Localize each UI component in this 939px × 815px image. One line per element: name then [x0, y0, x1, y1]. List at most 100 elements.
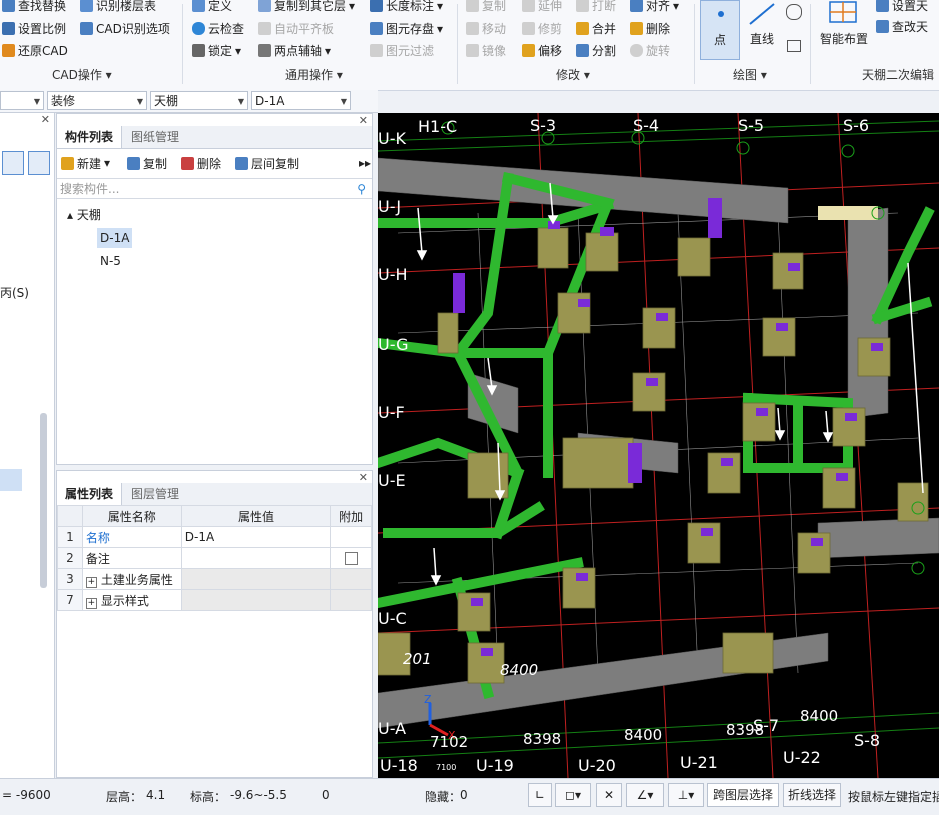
- scrollbar[interactable]: [40, 413, 47, 588]
- tree-item-d-1a[interactable]: D-1A: [97, 228, 133, 248]
- common-group-label[interactable]: 通用操作 ▾: [285, 66, 343, 83]
- table-row[interactable]: 3 + 土建业务属性: [57, 568, 372, 590]
- expand-icon[interactable]: +: [85, 576, 97, 588]
- find-replace-button[interactable]: 查找替换: [2, 0, 66, 14]
- axis-label: U-C: [378, 609, 407, 628]
- table-row[interactable]: 7 + 显示样式: [57, 589, 372, 611]
- delete-button[interactable]: 删除: [630, 20, 670, 37]
- elevation-readout: = -9600: [2, 788, 51, 802]
- axis-label: U-22: [783, 748, 821, 767]
- nav-selected-item[interactable]: [0, 469, 22, 491]
- list-view-icon[interactable]: [2, 151, 24, 175]
- type-selector[interactable]: 天棚 ▼: [150, 91, 248, 110]
- ribbon: 查找替换 识别楼层表 设置比例 CAD识别选项 还原CAD CAD操作 ▾ 定义…: [0, 0, 939, 91]
- lock-button[interactable]: 锁定 ▾: [192, 42, 241, 59]
- dimension-icon: [370, 0, 383, 12]
- table-row[interactable]: 1 名称 D-1A: [57, 526, 372, 548]
- draw-group-label[interactable]: 绘图 ▾: [733, 66, 767, 83]
- edit-ceiling-icon: [876, 20, 889, 33]
- nav-item-label[interactable]: 丙(S): [0, 284, 29, 301]
- dimension-label: 7102: [430, 733, 469, 751]
- floor-height-value: 4.1: [146, 788, 166, 802]
- name-value-field[interactable]: D-1A: [180, 526, 332, 548]
- component-tabs: 构件列表 图纸管理: [57, 126, 372, 149]
- floor-table-button[interactable]: 识别楼层表: [80, 0, 156, 14]
- edit-ceiling-button[interactable]: 查改天: [876, 18, 928, 35]
- define-button[interactable]: 定义: [192, 0, 232, 14]
- tab-component-list[interactable]: 构件列表: [57, 126, 123, 148]
- copy-button[interactable]: 复制: [466, 0, 506, 14]
- tab-drawing-management[interactable]: 图纸管理: [123, 126, 187, 148]
- line-button[interactable]: 直线: [744, 0, 780, 60]
- circle-draw-icon[interactable]: [786, 4, 802, 20]
- cad-options-button[interactable]: CAD识别选项: [80, 20, 170, 37]
- find-replace-icon: [2, 0, 15, 12]
- dimension-label: 7100: [436, 763, 457, 772]
- more-chevron-icon[interactable]: ▸▸: [359, 152, 371, 174]
- category-selector[interactable]: 装修 ▼: [47, 91, 147, 110]
- close-icon[interactable]: ✕: [41, 113, 50, 126]
- set-ceiling-button[interactable]: 设置天: [876, 0, 928, 14]
- table-row[interactable]: 2 备注: [57, 547, 372, 569]
- set-scale-button[interactable]: 设置比例: [2, 20, 66, 37]
- cad-group-label[interactable]: CAD操作 ▾: [52, 66, 112, 83]
- rotate-button[interactable]: 旋转: [630, 42, 670, 59]
- tab-property-list[interactable]: 属性列表: [57, 483, 123, 505]
- dimension-label: 201: [403, 650, 432, 668]
- length-dimension-button[interactable]: 长度标注 ▾: [370, 0, 443, 14]
- offset-snap-icon[interactable]: ⊥▾: [668, 783, 704, 807]
- tree-item-n-5[interactable]: N-5: [100, 254, 121, 268]
- delete-component-button[interactable]: 删除: [181, 152, 221, 174]
- split-button[interactable]: 分割: [576, 42, 616, 59]
- restore-cad-button[interactable]: 还原CAD: [2, 42, 68, 59]
- model-canvas[interactable]: Z X: [378, 113, 939, 778]
- smart-layout-icon: [829, 1, 857, 23]
- save-element-button[interactable]: 图元存盘 ▾: [370, 20, 443, 37]
- smart-layout-button[interactable]: 智能布置: [818, 0, 870, 60]
- point-button[interactable]: 点: [700, 0, 740, 60]
- snap-select-icon[interactable]: ◻▾: [555, 783, 591, 807]
- component-selector[interactable]: D-1A ▼: [251, 91, 351, 110]
- extra-checkbox[interactable]: [344, 552, 358, 565]
- search-icon[interactable]: ⚲: [357, 179, 366, 200]
- hint-text: 按鼠标左键指定插: [848, 790, 939, 804]
- copy-layer-icon: [258, 0, 271, 12]
- cross-off-icon[interactable]: ✕: [596, 783, 622, 807]
- align-button[interactable]: 对齐 ▾: [630, 0, 679, 14]
- floor-selector[interactable]: ▼: [0, 91, 44, 110]
- dimension-label: 8400: [500, 661, 539, 679]
- modify-group-label[interactable]: 修改 ▾: [556, 66, 590, 83]
- detail-view-icon[interactable]: [28, 151, 50, 175]
- component-panel: ✕ 构件列表 图纸管理 新建 ▾ 复制 删除 层间复制 ▸▸ 搜索构件... ⚲…: [56, 113, 373, 465]
- move-icon: [466, 22, 479, 35]
- tab-layer-management[interactable]: 图层管理: [123, 483, 187, 505]
- axis-label: S-4: [633, 116, 660, 135]
- extend-button[interactable]: 延伸: [522, 0, 562, 14]
- angle-snap-icon[interactable]: ∠▾: [626, 783, 664, 807]
- copy-to-layer-button[interactable]: 复制到其它层 ▾: [258, 0, 355, 14]
- merge-button[interactable]: 合并: [576, 20, 616, 37]
- trim-button[interactable]: 修剪: [522, 20, 562, 37]
- two-point-axis-button[interactable]: 两点辅轴 ▾: [258, 42, 331, 59]
- rect-draw-icon[interactable]: [787, 40, 801, 52]
- tree-root[interactable]: ▴ 天棚: [67, 206, 101, 223]
- new-button[interactable]: 新建 ▾: [61, 152, 110, 174]
- mirror-button[interactable]: 镜像: [466, 42, 506, 59]
- ceiling-group-label[interactable]: 天棚二次编辑: [862, 66, 934, 83]
- model-viewport[interactable]: Z X H1-C S-3 S-4 S-5 S-6 U-K U-J U-H U-G…: [378, 113, 939, 778]
- offset-button[interactable]: 偏移: [522, 42, 562, 59]
- component-search-input[interactable]: 搜索构件... ⚲: [57, 178, 372, 199]
- cloud-check-button[interactable]: 云检查: [192, 20, 244, 37]
- ortho-toggle-icon[interactable]: ∟: [528, 783, 552, 807]
- remark-value-field[interactable]: [180, 547, 332, 569]
- expand-icon[interactable]: +: [85, 597, 97, 609]
- copy-component-button[interactable]: 复制: [127, 152, 167, 174]
- element-filter-button[interactable]: 图元过滤: [370, 42, 434, 59]
- cross-layer-select-button[interactable]: 跨图层选择: [707, 783, 779, 807]
- divider: [457, 4, 458, 84]
- auto-align-slab-button[interactable]: 自动平齐板: [258, 20, 334, 37]
- break-button[interactable]: 打断: [576, 0, 616, 14]
- move-button[interactable]: 移动: [466, 20, 506, 37]
- polyline-select-button[interactable]: 折线选择: [783, 783, 841, 807]
- floor-copy-button[interactable]: 层间复制: [235, 152, 299, 174]
